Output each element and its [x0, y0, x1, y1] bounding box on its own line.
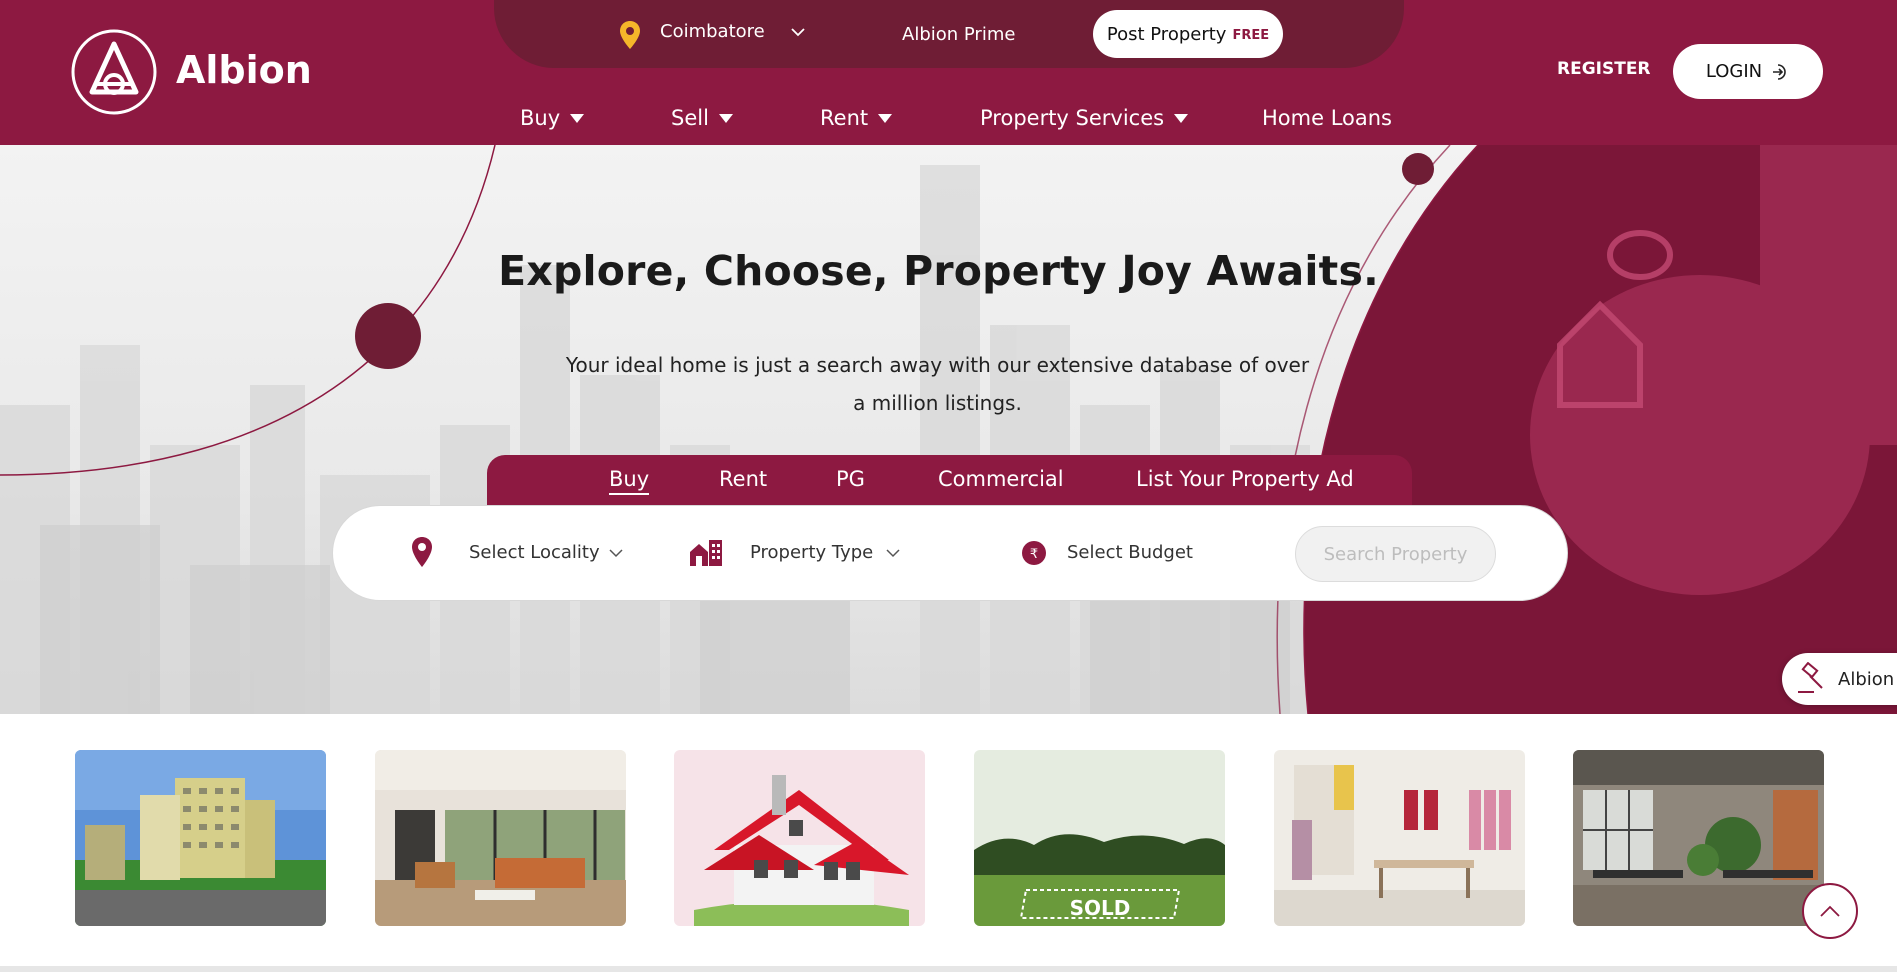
house-image [674, 750, 925, 926]
tab-list-your-property-ad[interactable]: List Your Property Ad [1136, 467, 1354, 491]
page-divider [0, 966, 1897, 972]
nav-home-loans-label: Home Loans [1262, 106, 1392, 130]
hero-background-graphic [0, 145, 1897, 714]
chevron-down-icon[interactable] [609, 548, 623, 558]
free-badge: FREE [1232, 28, 1270, 43]
card-living-room[interactable] [375, 750, 626, 926]
svg-text:₹: ₹ [1030, 547, 1038, 562]
card-office-space[interactable] [1573, 750, 1824, 926]
tab-rent[interactable]: Rent [719, 467, 767, 491]
albion-logo-icon[interactable] [70, 28, 158, 116]
nav-buy[interactable]: Buy [520, 106, 585, 130]
register-link[interactable]: REGISTER [1557, 59, 1651, 79]
search-tabs: Buy Rent PG Commercial List Your Propert… [487, 455, 1412, 507]
retail-store-image [1274, 750, 1525, 926]
caret-down-icon [570, 113, 585, 123]
location-pin-icon[interactable] [619, 20, 641, 50]
nav-rent-label: Rent [820, 106, 869, 130]
office-image [1573, 750, 1824, 926]
living-room-image [375, 750, 626, 926]
nav-rent[interactable]: Rent [820, 106, 893, 130]
albion-side-widget[interactable]: Albion [1782, 653, 1897, 705]
hero-section: Explore, Choose, Property Joy Awaits. Yo… [0, 145, 1897, 714]
post-property-button[interactable]: Post Property FREE [1093, 10, 1283, 58]
caret-down-icon [718, 113, 733, 123]
brand-name[interactable]: Albion [176, 48, 312, 92]
scroll-to-top-button[interactable] [1802, 883, 1858, 939]
property-type-select[interactable]: Property Type [750, 542, 873, 563]
city-selector[interactable]: Coimbatore [660, 21, 765, 42]
hero-subtitle: Your ideal home is just a search away wi… [565, 353, 1310, 415]
tab-buy[interactable]: Buy [609, 467, 650, 495]
card-sold-land[interactable]: SOLD [974, 750, 1225, 926]
chevron-down-icon[interactable] [790, 26, 806, 38]
site-header: Albion Coimbatore Albion Prime Post Prop… [0, 0, 1897, 145]
nav-sell[interactable]: Sell [671, 106, 733, 130]
login-label: LOGIN [1705, 61, 1763, 82]
auction-gavel-icon [1798, 662, 1823, 693]
side-widget-label: Albion [1838, 668, 1895, 690]
tab-commercial[interactable]: Commercial [938, 467, 1064, 491]
tab-pg[interactable]: PG [836, 467, 865, 491]
nav-buy-label: Buy [520, 106, 561, 130]
apartment-image [75, 750, 326, 926]
nav-property-services-label: Property Services [980, 106, 1165, 130]
nav-home-loans[interactable]: Home Loans [1262, 106, 1392, 130]
card-house[interactable] [674, 750, 925, 926]
budget-select[interactable]: Select Budget [1067, 542, 1193, 563]
search-panel: Select Locality Property Type ₹ Select B… [332, 505, 1568, 601]
nav-sell-label: Sell [671, 106, 709, 130]
locality-select[interactable]: Select Locality [469, 542, 600, 563]
sold-land-image: SOLD [974, 750, 1225, 926]
caret-down-icon [1174, 113, 1189, 123]
card-apartment-building[interactable] [75, 750, 326, 926]
login-icon [1773, 63, 1786, 80]
search-property-button[interactable]: Search Property [1295, 526, 1496, 582]
post-property-label: Post Property [1106, 23, 1227, 45]
albion-prime-link[interactable]: Albion Prime [902, 24, 1015, 45]
nav-property-services[interactable]: Property Services [980, 106, 1189, 130]
card-retail-store[interactable] [1274, 750, 1525, 926]
caret-down-icon [878, 113, 893, 123]
hero-title: Explore, Choose, Property Joy Awaits. [498, 247, 1379, 295]
location-pin-icon [412, 537, 432, 567]
rupee-icon: ₹ [1022, 541, 1046, 565]
chevron-up-icon [1820, 905, 1840, 917]
sold-text: SOLD [1070, 896, 1131, 920]
chevron-down-icon[interactable] [886, 548, 900, 558]
login-button[interactable]: LOGIN [1673, 44, 1823, 99]
building-icon [690, 540, 722, 566]
